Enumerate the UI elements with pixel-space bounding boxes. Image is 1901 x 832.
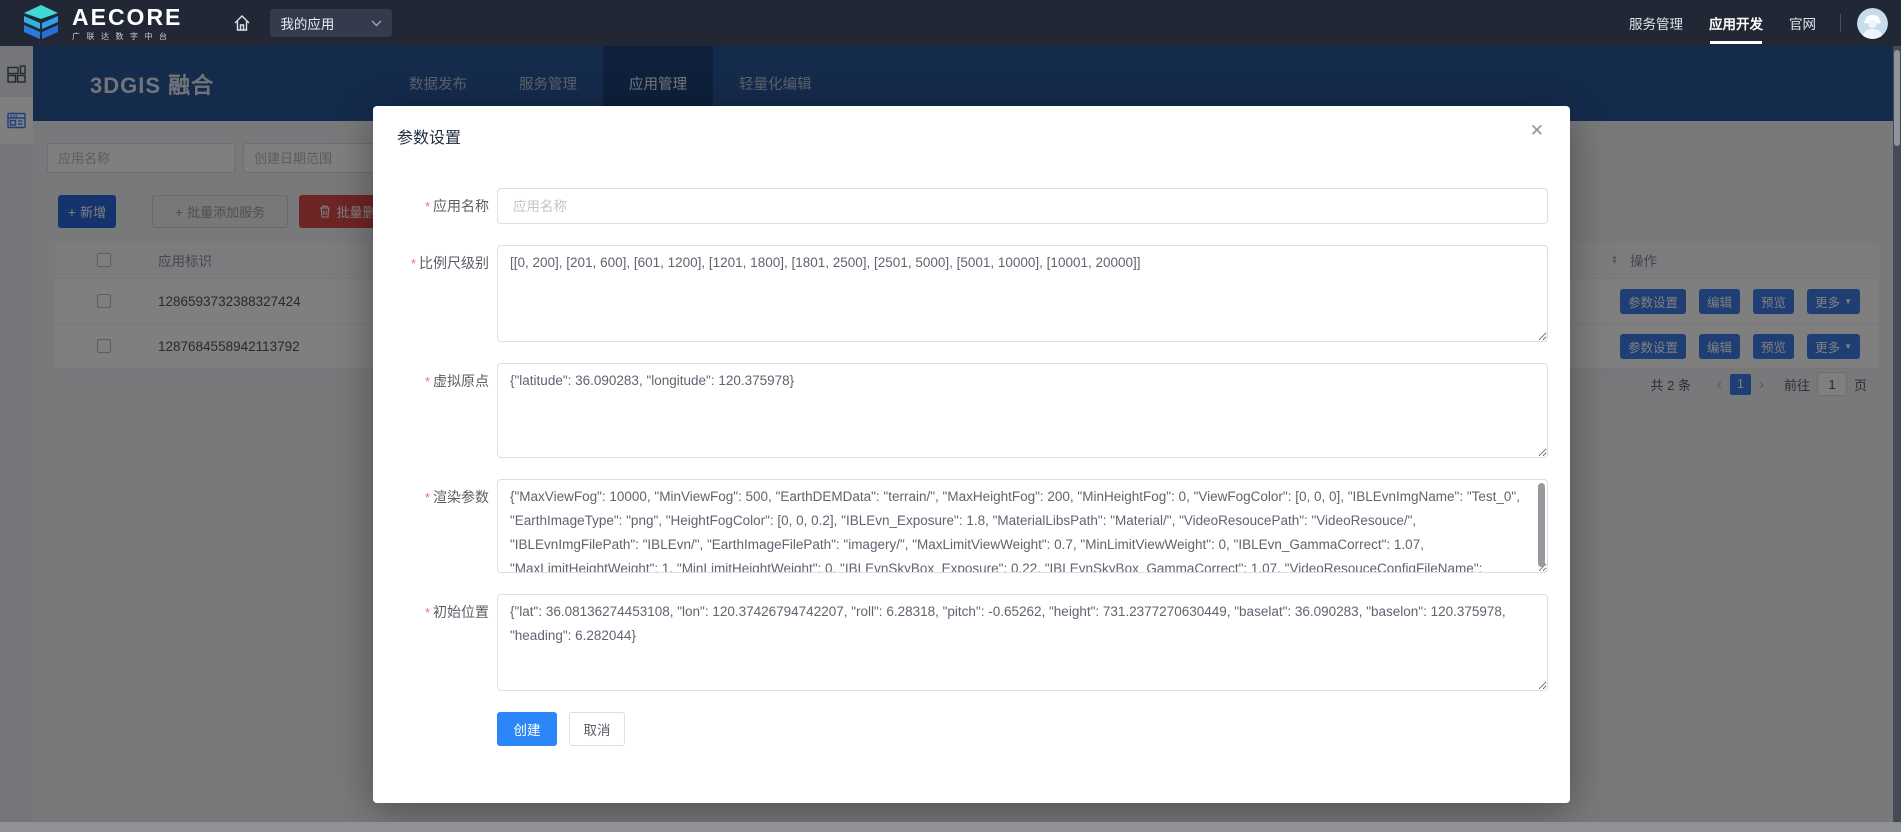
brand-text: AECORE 广联达数字中台 — [72, 6, 182, 41]
my-apps-select[interactable]: 我的应用 — [270, 9, 392, 37]
field-virtual-origin: *虚拟原点 {"latitude": 36.090283, "longitude… — [373, 363, 1570, 458]
app-name-input[interactable] — [497, 188, 1548, 224]
nav-link-official-site[interactable]: 官网 — [1789, 0, 1816, 46]
nav-link-app-dev[interactable]: 应用开发 — [1709, 0, 1763, 46]
render-params-textarea[interactable]: {"MaxViewFog": 10000, "MinViewFog": 500,… — [497, 479, 1548, 573]
required-asterisk: * — [425, 199, 430, 214]
initial-position-textarea[interactable]: {"lat": 36.08136274453108, "lon": 120.37… — [497, 594, 1548, 691]
virtual-origin-textarea[interactable]: {"latitude": 36.090283, "longitude": 120… — [497, 363, 1548, 458]
nav-divider — [1840, 14, 1841, 32]
param-settings-modal: 参数设置 ✕ *应用名称 *比例尺级别 [[0, 200], [201, 600… — [373, 106, 1570, 803]
user-avatar[interactable] — [1857, 8, 1888, 39]
brand-subtitle: 广联达数字中台 — [72, 33, 182, 41]
modal-actions: 创建 取消 — [373, 712, 1570, 746]
vertical-scrollbar[interactable] — [1893, 46, 1901, 822]
home-icon — [232, 13, 252, 33]
vertical-scrollbar-thumb[interactable] — [1894, 50, 1900, 146]
close-icon[interactable]: ✕ — [1530, 122, 1544, 139]
cancel-button[interactable]: 取消 — [569, 712, 625, 746]
chevron-down-icon — [371, 20, 382, 27]
horizontal-scrollbar[interactable] — [0, 822, 1901, 832]
required-asterisk: * — [411, 256, 416, 271]
nav-link-service-mgmt[interactable]: 服务管理 — [1629, 0, 1683, 46]
field-render-params: *渲染参数 {"MaxViewFog": 10000, "MinViewFog"… — [373, 479, 1570, 573]
app-window: AECORE 广联达数字中台 我的应用 服务管理 应用开发 官网 — [0, 0, 1901, 832]
field-scale-levels: *比例尺级别 [[0, 200], [201, 600], [601, 1200… — [373, 245, 1570, 342]
required-asterisk: * — [425, 605, 430, 620]
scale-levels-textarea[interactable]: [[0, 200], [201, 600], [601, 1200], [120… — [497, 245, 1548, 342]
top-navbar: AECORE 广联达数字中台 我的应用 服务管理 应用开发 官网 — [0, 0, 1901, 46]
brand-logo-group: AECORE 广联达数字中台 — [20, 4, 182, 42]
required-asterisk: * — [425, 490, 430, 505]
navbar-right: 服务管理 应用开发 官网 — [1603, 0, 1901, 46]
avatar-icon — [1857, 8, 1888, 39]
field-app-name: *应用名称 — [373, 188, 1570, 224]
required-asterisk: * — [425, 374, 430, 389]
modal-title: 参数设置 — [397, 124, 461, 148]
field-initial-position: *初始位置 {"lat": 36.08136274453108, "lon": … — [373, 594, 1570, 691]
home-button[interactable] — [230, 11, 254, 35]
aecore-logo-icon — [20, 4, 62, 42]
create-button[interactable]: 创建 — [497, 712, 557, 746]
modal-form: *应用名称 *比例尺级别 [[0, 200], [201, 600], [601… — [373, 188, 1570, 746]
brand-name: AECORE — [72, 6, 182, 29]
my-apps-select-value: 我的应用 — [280, 13, 334, 33]
